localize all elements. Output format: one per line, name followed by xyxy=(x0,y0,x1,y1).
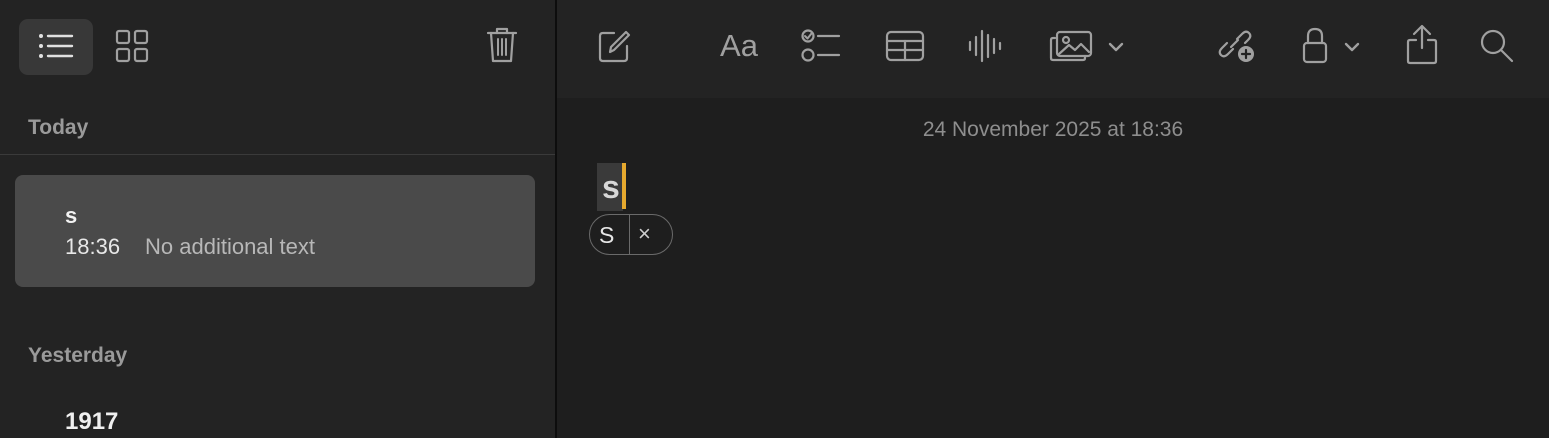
grid-icon xyxy=(115,29,149,63)
lock-button[interactable] xyxy=(1301,26,1363,66)
audio-button[interactable] xyxy=(967,28,1003,64)
audio-waveform-icon xyxy=(968,29,1002,63)
compose-icon xyxy=(598,30,631,63)
search-button[interactable] xyxy=(1479,28,1515,64)
trash-icon xyxy=(486,27,518,63)
editor-pane: Aa 24 November 2025 at 18:36 s S × xyxy=(557,0,1549,438)
table-button[interactable] xyxy=(885,29,925,63)
share-button[interactable] xyxy=(1405,24,1439,66)
note-list-item-selected[interactable]: s 18:36 No additional text xyxy=(15,175,535,287)
close-icon[interactable]: × xyxy=(638,221,651,247)
list-view-button[interactable] xyxy=(19,19,93,75)
editor-toolbar: Aa xyxy=(557,0,1549,98)
note-title: s xyxy=(65,203,78,228)
search-icon xyxy=(1480,29,1514,63)
autocorrect-bubble: S × xyxy=(589,214,673,255)
note-preview: No additional text xyxy=(145,234,315,259)
format-text-icon: Aa xyxy=(720,28,758,63)
notes-sidebar: Today s 18:36 No additional text Yesterd… xyxy=(0,0,555,438)
note-title: 1917 xyxy=(65,408,119,435)
media-button[interactable] xyxy=(1049,28,1129,64)
format-button[interactable]: Aa xyxy=(717,28,761,64)
checklist-button[interactable] xyxy=(801,28,841,64)
media-icon xyxy=(1049,30,1124,62)
grid-view-button[interactable] xyxy=(115,29,149,63)
collaborate-link-icon xyxy=(1218,30,1254,62)
note-body-text[interactable]: s xyxy=(597,163,623,211)
text-caret xyxy=(622,163,626,209)
note-time: 18:36 xyxy=(65,234,121,259)
collaborate-button[interactable] xyxy=(1217,27,1257,65)
checklist-icon xyxy=(801,29,841,62)
autocorrect-suggestion[interactable]: S xyxy=(599,222,614,249)
section-header-today: Today xyxy=(28,116,89,139)
table-icon xyxy=(885,30,925,62)
share-icon xyxy=(1406,24,1438,65)
section-divider xyxy=(0,154,555,155)
section-header-yesterday: Yesterday xyxy=(28,344,128,367)
delete-button[interactable] xyxy=(485,26,519,64)
compose-button[interactable] xyxy=(597,28,633,64)
lock-icon xyxy=(1302,27,1360,64)
autocorrect-separator xyxy=(629,215,630,254)
list-icon xyxy=(38,31,74,61)
note-date: 24 November 2025 at 18:36 xyxy=(922,118,1184,141)
